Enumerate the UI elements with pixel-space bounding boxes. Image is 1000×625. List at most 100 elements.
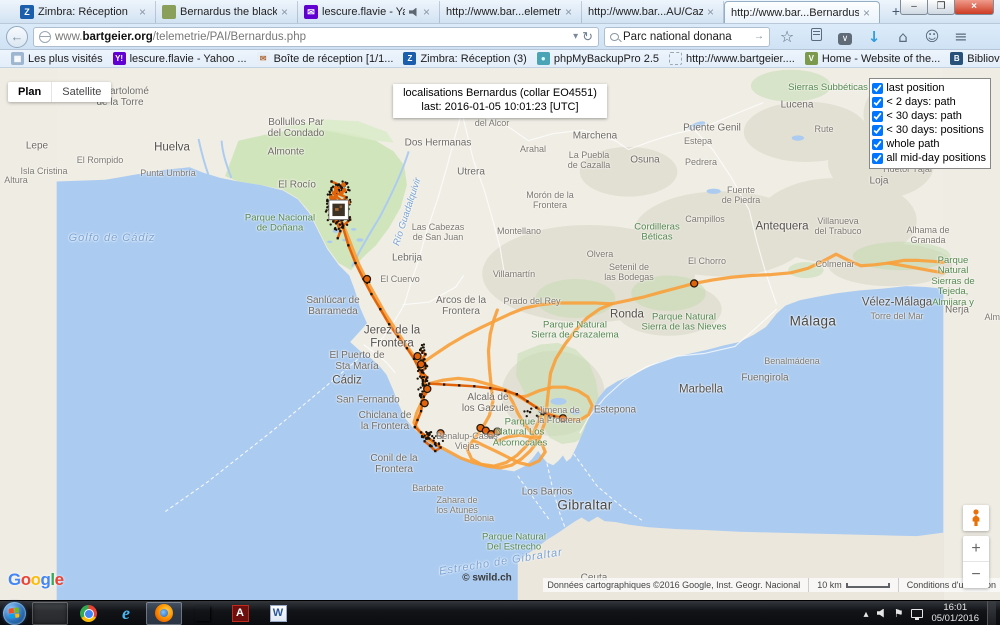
bookmark-item[interactable]: Y!lescure.flavie - Yahoo ... bbox=[108, 52, 252, 65]
taskbar-app-adobe[interactable] bbox=[222, 602, 258, 625]
browser-tab[interactable]: http://www.bar...AU/Cazals.php bbox=[582, 1, 724, 23]
tracking-title-line2: last: 2016-01-05 10:01:23 [UTC] bbox=[403, 101, 597, 115]
taskbar-app-word[interactable] bbox=[260, 602, 296, 625]
legend-row: last position bbox=[872, 81, 986, 95]
bookmark-label: Boîte de réception [1/1... bbox=[274, 53, 394, 65]
tab-title: Zimbra: Réception bbox=[38, 6, 135, 18]
legend-checkbox-2[interactable] bbox=[872, 111, 883, 122]
bibliovie-icon: B bbox=[950, 52, 963, 65]
bernardus-page-icon bbox=[162, 5, 176, 19]
bookmark-item[interactable]: http://www.bartgeier.... bbox=[664, 52, 800, 65]
volume-icon[interactable] bbox=[877, 609, 886, 618]
no-favicon-dotted-icon bbox=[669, 52, 682, 65]
map-attribution: Données cartographiques ©2016 Google, In… bbox=[543, 578, 1000, 592]
tab-close-icon[interactable] bbox=[707, 5, 717, 19]
url-text: www.bartgeier.org/telemetrie/PAI/Bernard… bbox=[55, 31, 306, 43]
tab-close-icon[interactable] bbox=[139, 5, 149, 19]
legend-label: < 30 days: positions bbox=[886, 124, 984, 136]
legend-checkbox-0[interactable] bbox=[872, 83, 883, 94]
home-icon[interactable] bbox=[891, 28, 915, 46]
browser-tab[interactable]: Z Zimbra: Réception bbox=[14, 1, 156, 23]
taskbar-app-sticky[interactable] bbox=[184, 602, 220, 625]
map-type-satellite-button[interactable]: Satellite bbox=[52, 82, 111, 102]
bookmark-item[interactable]: ✉Boîte de réception [1/1... bbox=[252, 52, 399, 65]
tray-expand-icon[interactable] bbox=[864, 604, 869, 622]
tab-close-icon[interactable] bbox=[423, 5, 433, 19]
downloads-icon[interactable] bbox=[862, 28, 886, 46]
google-logo-letter: g bbox=[41, 570, 51, 589]
restore-button[interactable]: ❐ bbox=[927, 0, 955, 15]
bookmark-item[interactable]: Z Zimbra: Réception (3) bbox=[398, 52, 531, 65]
firefox-hello-icon[interactable] bbox=[920, 29, 944, 45]
bookmark-label: Les plus visités bbox=[28, 53, 103, 65]
tab-close-icon[interactable] bbox=[565, 5, 575, 19]
zoom-in-button[interactable]: + bbox=[963, 536, 989, 562]
yahoo-icon: Y! bbox=[113, 52, 126, 65]
tab-close-icon[interactable] bbox=[863, 6, 873, 20]
vcf-site-icon: V bbox=[805, 52, 818, 65]
legend-label: all mid-day positions bbox=[886, 152, 986, 164]
windows-taskbar: 16:01 05/01/2016 bbox=[0, 600, 1000, 625]
tab-title: http://www.bar...Bernardus.php bbox=[731, 7, 859, 19]
bookmark-item[interactable]: VHome - Website of the... bbox=[800, 52, 945, 65]
bookmark-item[interactable]: ▦ Les plus visités bbox=[6, 52, 108, 65]
taskbar-app-explorer[interactable] bbox=[32, 602, 68, 625]
bookmark-star-icon[interactable] bbox=[775, 27, 799, 46]
taskbar-app-ie[interactable] bbox=[108, 602, 144, 625]
browser-tab[interactable]: Bernardus the black vultur... bbox=[156, 1, 298, 23]
browser-tab[interactable]: http://www.bar...elemetrie/cau/ bbox=[440, 1, 582, 23]
close-button[interactable]: × bbox=[954, 0, 994, 15]
zoom-out-button[interactable]: − bbox=[963, 562, 989, 588]
legend-row: < 2 days: path bbox=[872, 95, 986, 109]
legend-label: whole path bbox=[886, 138, 939, 150]
taskbar-app-ff[interactable] bbox=[146, 602, 182, 625]
start-button[interactable] bbox=[3, 602, 26, 625]
most-visited-icon: ▦ bbox=[11, 52, 24, 65]
action-center-icon[interactable] bbox=[894, 604, 904, 622]
bookmark-item[interactable]: B Bibliovie bbox=[945, 52, 1000, 65]
taskbar-app-chrome[interactable] bbox=[70, 602, 106, 625]
bookmarks-panel-icon[interactable] bbox=[804, 28, 828, 45]
tab-title: http://www.bar...AU/Cazals.php bbox=[588, 6, 703, 18]
legend-label: last position bbox=[886, 82, 944, 94]
taskbar-clock[interactable]: 16:01 05/01/2016 bbox=[931, 602, 979, 624]
search-value: Parc national donana bbox=[623, 31, 750, 43]
menu-icon[interactable] bbox=[949, 27, 973, 46]
reload-icon[interactable] bbox=[582, 29, 593, 45]
bookmark-item[interactable]: ●phpMyBackupPro 2.5 bbox=[532, 52, 664, 65]
search-bar[interactable]: Parc national donana bbox=[604, 27, 770, 47]
tab-title: http://www.bar...elemetrie/cau/ bbox=[446, 6, 561, 18]
minimize-button[interactable]: – bbox=[900, 0, 928, 15]
bookmark-label: Zimbra: Réception (3) bbox=[420, 53, 526, 65]
google-logo-letter: G bbox=[8, 570, 21, 589]
tab-title: Bernardus the black vultur... bbox=[180, 6, 277, 18]
bookmark-label: Bibliovie bbox=[967, 53, 1000, 65]
network-icon[interactable] bbox=[911, 609, 923, 618]
legend-checkbox-4[interactable] bbox=[872, 139, 883, 150]
browser-tab[interactable]: http://www.bar...Bernardus.php bbox=[724, 1, 880, 23]
tab-audio-icon[interactable] bbox=[409, 8, 419, 17]
navigation-toolbar: ← www.bartgeier.org/telemetrie/PAI/Berna… bbox=[0, 24, 1000, 50]
zimbra-icon: Z bbox=[20, 5, 34, 19]
tab-close-icon[interactable] bbox=[281, 5, 291, 19]
bookmark-label: phpMyBackupPro 2.5 bbox=[554, 53, 659, 65]
legend-checkbox-5[interactable] bbox=[872, 153, 883, 164]
map-type-plan-button[interactable]: Plan bbox=[8, 82, 52, 102]
browser-tab[interactable]: ✉lescure.flavie - Yahoo ... bbox=[298, 1, 440, 23]
pocket-icon[interactable] bbox=[833, 29, 857, 45]
map-scale: 10 km bbox=[808, 578, 899, 592]
search-go-icon[interactable] bbox=[754, 31, 764, 42]
pegman-button[interactable] bbox=[963, 505, 989, 531]
system-tray: 16:01 05/01/2016 bbox=[864, 601, 1000, 625]
browser-tab-strip: Z Zimbra: Réception Bernardus the black vu… bbox=[0, 0, 1000, 24]
map-canvas[interactable]: S. Bartolomé de la TorreBollullos Par de… bbox=[0, 68, 1000, 600]
url-bar[interactable]: www.bartgeier.org/telemetrie/PAI/Bernard… bbox=[33, 27, 599, 47]
legend-checkbox-3[interactable] bbox=[872, 125, 883, 136]
zimbra-icon: Z bbox=[403, 52, 416, 65]
show-desktop-button[interactable] bbox=[987, 601, 996, 625]
urlbar-dropdown-icon[interactable] bbox=[573, 31, 578, 42]
back-button[interactable]: ← bbox=[6, 26, 28, 48]
firefox-icon bbox=[155, 604, 173, 622]
legend-checkbox-1[interactable] bbox=[872, 97, 883, 108]
layers-legend: last position< 2 days: path< 30 days: pa… bbox=[869, 78, 991, 169]
